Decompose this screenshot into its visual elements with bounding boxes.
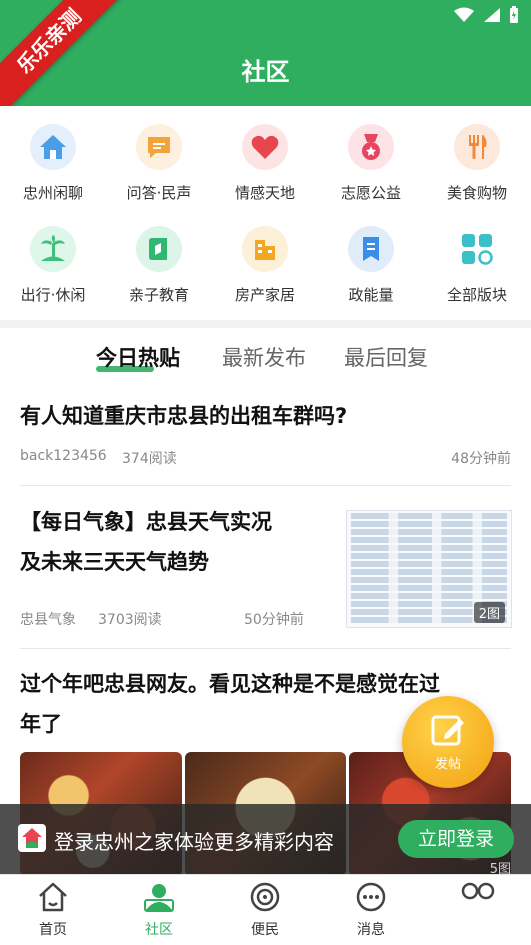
nav-messages[interactable]: 消息 <box>331 881 411 939</box>
nav-service[interactable]: 便民 <box>225 881 305 939</box>
wifi-icon <box>454 7 474 22</box>
category-politics[interactable]: 政能量 <box>318 208 424 308</box>
post-time: 48分钟前 <box>451 451 511 467</box>
divider <box>20 485 511 486</box>
category-education[interactable]: 亲子教育 <box>106 208 212 308</box>
feed-tabs: 今日热贴 最新发布 最后回复 <box>0 330 531 386</box>
image-count-badge: 2图 <box>473 602 505 623</box>
category-volunteer[interactable]: 志愿公益 <box>318 106 424 206</box>
tab-today-hot[interactable]: 今日热贴 <box>96 342 180 372</box>
tab-last-reply[interactable]: 最后回复 <box>344 342 428 372</box>
post-title-line-2[interactable]: 及未来三天天气趋势 <box>20 542 209 582</box>
nav-home[interactable]: 首页 <box>13 881 93 939</box>
nav-profile[interactable] <box>438 881 518 913</box>
category-travel[interactable]: 出行·休闲 <box>0 208 106 308</box>
service-icon <box>250 882 280 912</box>
category-chat[interactable]: 忠州闲聊 <box>0 106 106 206</box>
post-title[interactable]: 有人知道重庆市忠县的出租车群吗? <box>20 396 347 436</box>
heart-icon <box>242 124 288 170</box>
message-icon <box>356 882 386 912</box>
app-logo <box>18 824 46 852</box>
category-qa[interactable]: 问答·民声 <box>106 106 212 206</box>
post-thumbnail[interactable]: 2图 <box>346 510 512 628</box>
bottom-navigation: 首页 社区 便民 消息 <box>0 874 531 945</box>
category-emotion[interactable]: 情感天地 <box>212 106 318 206</box>
login-banner: 登录忠州之家体验更多精彩内容 立即登录 <box>0 804 531 874</box>
house-icon <box>30 124 76 170</box>
signal-icon <box>484 8 500 22</box>
post-title-line-1[interactable]: 过个年吧忠县网友。看见这种是不是感觉在过 <box>20 664 440 704</box>
nav-community[interactable]: 社区 <box>119 881 199 939</box>
post-reads: 3703阅读 <box>98 612 162 628</box>
community-icon <box>144 884 174 912</box>
building-icon <box>242 226 288 272</box>
category-housing[interactable]: 房产家居 <box>212 208 318 308</box>
page-title: 社区 <box>241 58 290 86</box>
category-grid: 忠州闲聊 问答·民声 情感天地 志愿公益 美食购物 出行·休闲 亲子教育 房产家… <box>0 106 531 320</box>
login-button[interactable]: 立即登录 <box>398 820 514 858</box>
post-reads: 374阅读 <box>122 451 177 467</box>
chat-bubble-icon <box>136 124 182 170</box>
post-title-line-1[interactable]: 【每日气象】忠县天气实况 <box>20 502 272 542</box>
palm-tree-icon <box>30 226 76 272</box>
book-icon <box>136 226 182 272</box>
login-prompt: 登录忠州之家体验更多精彩内容 <box>54 830 334 854</box>
tab-latest[interactable]: 最新发布 <box>222 342 306 372</box>
edit-icon <box>431 715 464 746</box>
new-post-label: 发帖 <box>434 757 461 772</box>
home-icon <box>39 882 67 912</box>
post-title-line-2[interactable]: 年了 <box>20 704 62 744</box>
bookmark-icon <box>348 226 394 272</box>
divider <box>20 648 511 649</box>
post-author: 忠县气象 <box>20 612 76 628</box>
category-food[interactable]: 美食购物 <box>424 106 530 206</box>
post-time: 50分钟前 <box>244 612 304 628</box>
medal-icon <box>348 124 394 170</box>
post-author: back123456 <box>20 448 107 464</box>
fork-knife-icon <box>454 124 500 170</box>
section-divider <box>0 320 531 328</box>
new-post-button[interactable]: 发帖 <box>402 696 494 788</box>
battery-icon <box>510 6 518 23</box>
profile-icon <box>461 882 495 900</box>
grid-icon <box>454 226 500 272</box>
status-bar <box>453 6 519 24</box>
category-all[interactable]: 全部版块 <box>424 208 530 308</box>
